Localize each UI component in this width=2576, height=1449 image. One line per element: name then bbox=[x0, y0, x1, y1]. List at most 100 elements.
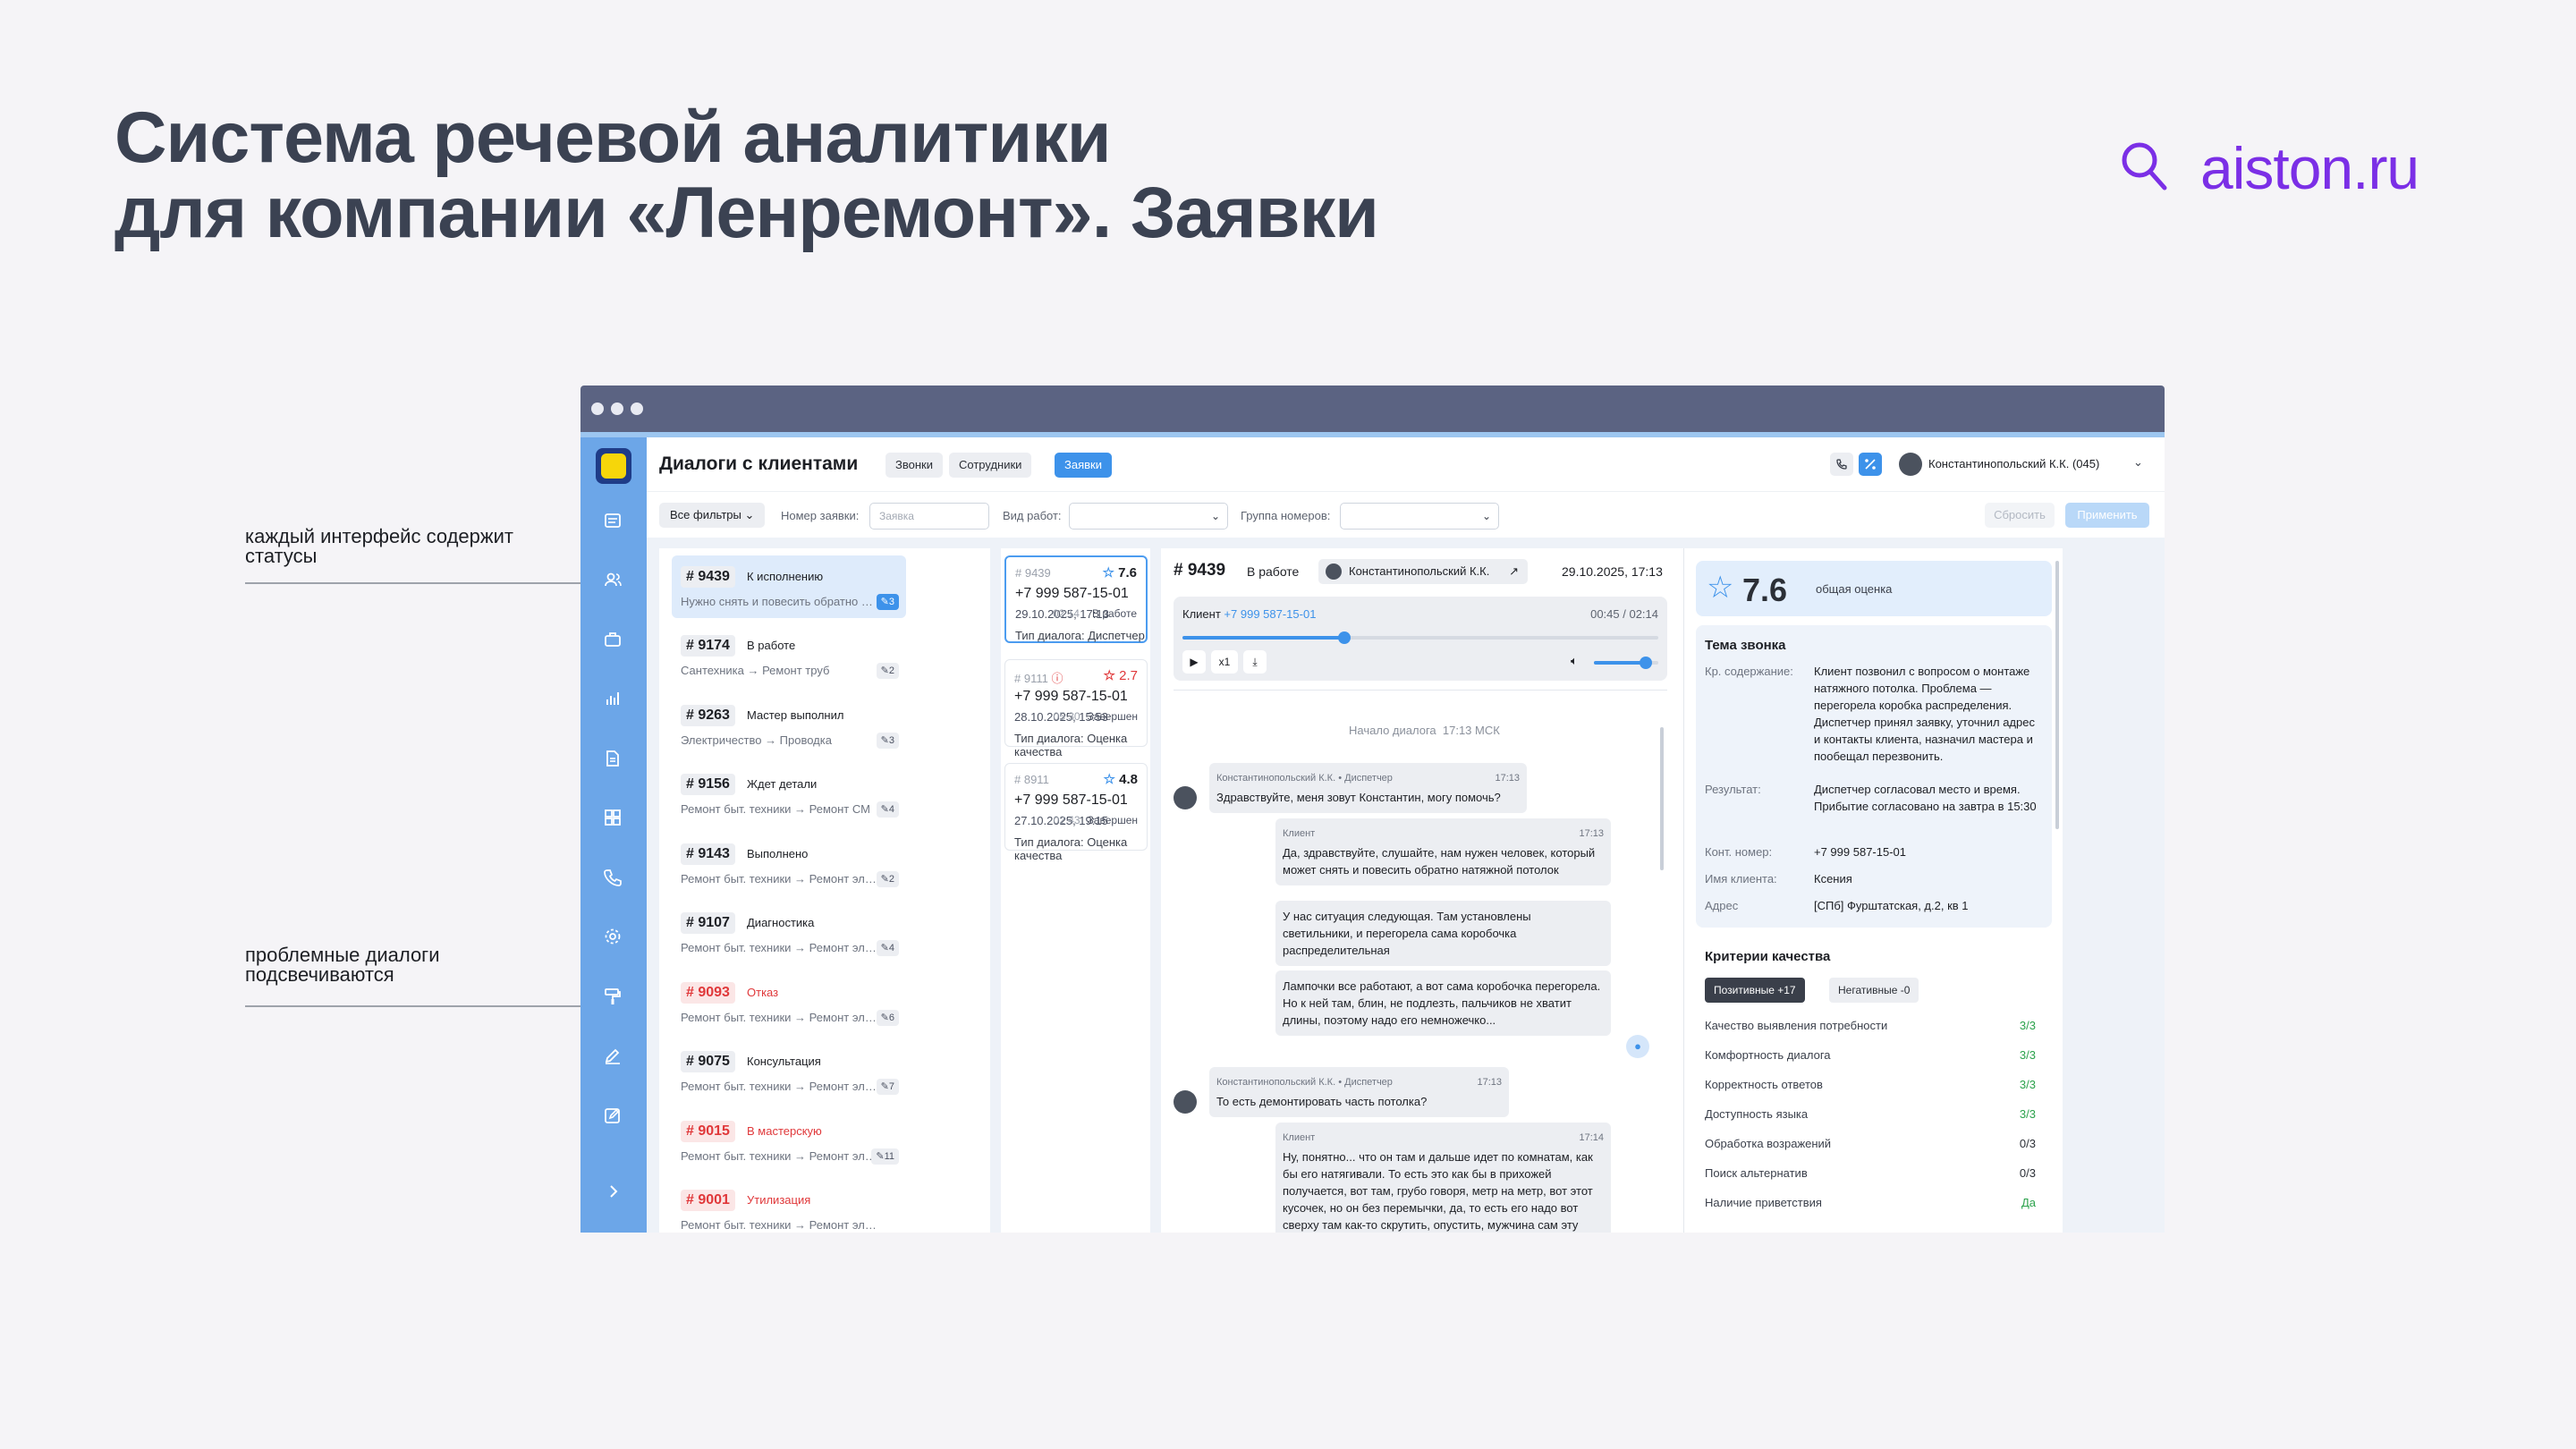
call-id: # 9439 bbox=[1015, 566, 1051, 580]
audio-player: Клиент +7 999 587-15-01 00:45 / 02:14 ▶ … bbox=[1174, 597, 1667, 681]
download-icon[interactable]: ⤓ bbox=[1243, 650, 1267, 674]
criteria-title: Критерии качества bbox=[1705, 949, 1831, 964]
calls-list: # 9439 ☆ 7.6 +7 999 587-15-01 29.10.2025… bbox=[1001, 548, 1150, 1233]
tab-employees[interactable]: Сотрудники bbox=[949, 453, 1032, 478]
volume-icon[interactable]: 🔈︎ bbox=[1571, 654, 1578, 668]
window-dot[interactable] bbox=[611, 402, 623, 415]
window-titlebar bbox=[580, 386, 2165, 432]
operator-chip[interactable]: Константинопольский К.К. ↗ bbox=[1318, 559, 1528, 584]
edit-icon[interactable] bbox=[601, 1104, 624, 1127]
list-item[interactable]: # 9001 Утилизация Ремонт быт. техники → … bbox=[672, 1179, 906, 1233]
message-operator: Константинопольский К.К. • Диспетчер 17:1… bbox=[1209, 1067, 1509, 1117]
request-subject: Сантехника → Ремонт труб bbox=[681, 664, 830, 677]
request-number: # 9263 bbox=[681, 705, 735, 726]
gear-icon[interactable] bbox=[601, 925, 624, 948]
list-icon[interactable] bbox=[601, 509, 624, 532]
request-number: # 9156 bbox=[681, 774, 735, 795]
request-count-badge: ✎3 bbox=[876, 594, 899, 610]
call-rating: ☆ 7.6 bbox=[1102, 565, 1137, 580]
list-item[interactable]: # 9143 Выполнено Ремонт быт. техники → Р… bbox=[672, 833, 906, 895]
score-card: ☆ 7.6 общая оценка bbox=[1696, 561, 2052, 616]
annotation-problem: проблемные диалоги подсвечиваются bbox=[245, 944, 440, 986]
summary-scrollbar[interactable] bbox=[2055, 561, 2059, 829]
list-item[interactable]: # 9015 В мастерскую Ремонт быт. техники … bbox=[672, 1110, 906, 1173]
chevron-down-icon[interactable]: ⌄ bbox=[2133, 455, 2143, 470]
tab-negative[interactable]: Негативные -0 bbox=[1829, 978, 1919, 1003]
summary-value: Ксения bbox=[1814, 872, 1852, 886]
player-time: 00:45 / 02:14 bbox=[1590, 607, 1658, 621]
filter-bar: Все фильтры ⌄ Номер заявки: Заявка Вид р… bbox=[647, 491, 2165, 538]
call-card[interactable]: # 8911 ☆ 4.8 +7 999 587-15-01 27.10.2025… bbox=[1004, 763, 1148, 862]
window-dot[interactable] bbox=[591, 402, 604, 415]
tab-positive[interactable]: Позитивные +17 bbox=[1705, 978, 1805, 1003]
request-subject: Ремонт быт. техники → Ремонт элект... bbox=[681, 1011, 877, 1024]
list-item[interactable]: # 9174 В работе Сантехника → Ремонт труб… bbox=[672, 624, 906, 687]
grid-icon[interactable] bbox=[601, 806, 624, 829]
user-name[interactable]: Константинопольский К.К. (045) bbox=[1928, 457, 2099, 470]
chart-icon[interactable] bbox=[601, 687, 624, 710]
request-status: Диагностика bbox=[747, 916, 815, 929]
reset-button[interactable]: Сбросить bbox=[1985, 503, 2055, 528]
call-card[interactable]: # 9439 ☆ 7.6 +7 999 587-15-01 29.10.2025… bbox=[1004, 555, 1148, 643]
avatar bbox=[1174, 786, 1197, 809]
avatar[interactable] bbox=[1899, 453, 1922, 476]
chat-scrollbar[interactable] bbox=[1660, 727, 1664, 870]
list-item[interactable]: # 9075 Консультация Ремонт быт. техники … bbox=[672, 1040, 906, 1103]
call-duration: 02:14 bbox=[1052, 607, 1080, 620]
progress-handle[interactable] bbox=[1337, 631, 1351, 644]
criteria-row: Комфортность диалога 3/3 bbox=[1705, 1048, 2036, 1062]
star-icon: ☆ bbox=[1102, 565, 1114, 580]
criteria-row: Наличие приветствия Да bbox=[1705, 1196, 2036, 1209]
group-select[interactable]: ⌄ bbox=[1340, 503, 1499, 530]
document-icon[interactable] bbox=[601, 747, 624, 770]
tab-requests[interactable]: Заявки bbox=[1055, 453, 1112, 478]
divider bbox=[1174, 690, 1667, 691]
message-text: Ну, понятно... что он там и дальше идет … bbox=[1283, 1150, 1593, 1232]
summary-label: Имя клиента: bbox=[1705, 872, 1777, 886]
criteria-row: Качество выявления потребности 3/3 bbox=[1705, 1019, 2036, 1032]
criteria-row: Доступность языка 3/3 bbox=[1705, 1107, 2036, 1121]
message-author: Клиент bbox=[1283, 828, 1316, 839]
request-status: Мастер выполнил bbox=[747, 708, 844, 722]
pen-icon[interactable] bbox=[601, 1044, 624, 1067]
percent-icon-button[interactable] bbox=[1859, 453, 1882, 476]
call-icon-button[interactable] bbox=[1830, 453, 1853, 476]
brand: aiston.ru bbox=[2120, 134, 2419, 202]
list-item[interactable]: # 9156 Ждет детали Ремонт быт. техники →… bbox=[672, 763, 906, 826]
list-item[interactable]: # 9107 Диагностика Ремонт быт. техники →… bbox=[672, 902, 906, 964]
paint-roller-icon[interactable] bbox=[601, 985, 624, 1008]
dialog-status: В работе bbox=[1247, 564, 1300, 579]
briefcase-icon[interactable] bbox=[601, 628, 624, 651]
score-value: 7.6 bbox=[1742, 572, 1788, 608]
request-status: В работе bbox=[747, 639, 796, 652]
work-type-select[interactable]: ⌄ bbox=[1069, 503, 1228, 530]
apply-button[interactable]: Применить bbox=[2065, 503, 2149, 528]
chevron-right-icon[interactable] bbox=[601, 1180, 624, 1203]
phone-icon[interactable] bbox=[601, 866, 624, 889]
all-filters-label: Все фильтры bbox=[670, 508, 741, 521]
tab-calls[interactable]: Звонки bbox=[886, 453, 943, 478]
req-number-input[interactable]: Заявка bbox=[869, 503, 989, 530]
message-time: 17:13 bbox=[1495, 773, 1520, 784]
criteria-row: Корректность ответов 3/3 bbox=[1705, 1078, 2036, 1091]
volume-slider[interactable] bbox=[1594, 657, 1658, 669]
play-icon[interactable]: ▶ bbox=[1182, 650, 1206, 674]
message-client: Лампочки все работают, а вот сама коробо… bbox=[1275, 970, 1611, 1036]
window-dot[interactable] bbox=[631, 402, 643, 415]
requests-list: # 9439 К исполнению Нужно снять и повеси… bbox=[659, 548, 990, 1233]
volume-handle[interactable] bbox=[1639, 657, 1652, 669]
users-icon[interactable] bbox=[601, 568, 624, 591]
dialog-number: # 9439 bbox=[1174, 561, 1226, 580]
list-item[interactable]: # 9439 К исполнению Нужно снять и повеси… bbox=[672, 555, 906, 618]
all-filters-button[interactable]: Все фильтры ⌄ bbox=[659, 503, 766, 528]
summary-value: Диспетчер согласовал место и время. Приб… bbox=[1814, 783, 2037, 813]
top-bar: Диалоги с клиентами Звонки Сотрудники За… bbox=[647, 437, 2165, 491]
call-card[interactable]: # 9111 ⓘ ☆ 2.7 +7 999 587-15-01 28.10.20… bbox=[1004, 659, 1148, 758]
player-progress[interactable] bbox=[1182, 631, 1658, 644]
message-text: У нас ситуация следующая. Там установлен… bbox=[1283, 910, 1531, 957]
list-item[interactable]: # 9263 Мастер выполнил Электричество → П… bbox=[672, 694, 906, 757]
app-logo[interactable] bbox=[596, 448, 631, 484]
speed-button[interactable]: x1 bbox=[1211, 650, 1238, 674]
list-item[interactable]: # 9093 Отказ Ремонт быт. техники → Ремон… bbox=[672, 971, 906, 1034]
call-duration: 02:43 bbox=[1053, 814, 1080, 826]
